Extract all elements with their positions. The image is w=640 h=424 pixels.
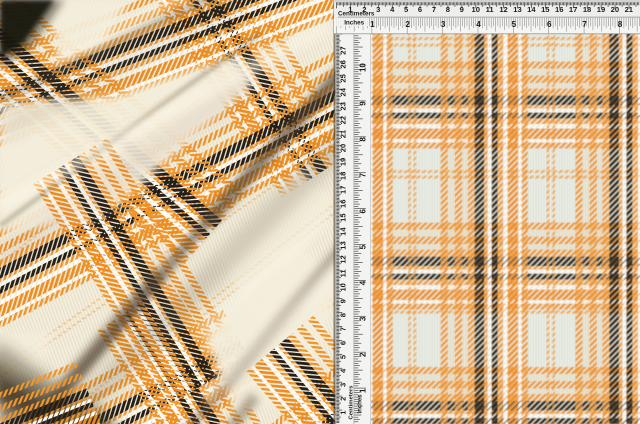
svg-text:13: 13 <box>339 241 348 249</box>
svg-text:16: 16 <box>555 5 563 14</box>
svg-text:10: 10 <box>471 5 479 14</box>
svg-text:21: 21 <box>625 5 634 14</box>
svg-text:4: 4 <box>358 280 367 285</box>
svg-text:1: 1 <box>358 388 367 393</box>
svg-text:2: 2 <box>406 20 411 29</box>
svg-text:17: 17 <box>569 5 577 14</box>
svg-text:14: 14 <box>527 5 536 14</box>
svg-text:24: 24 <box>339 87 348 96</box>
svg-text:17: 17 <box>339 186 348 194</box>
svg-text:18: 18 <box>583 5 591 14</box>
svg-text:3: 3 <box>358 316 367 321</box>
svg-text:2: 2 <box>339 397 348 401</box>
svg-text:26: 26 <box>339 60 348 68</box>
svg-text:8: 8 <box>446 5 450 14</box>
svg-text:19: 19 <box>339 158 348 166</box>
svg-text:15: 15 <box>541 5 550 14</box>
svg-text:Inches: Inches <box>344 20 364 27</box>
svg-text:7: 7 <box>582 20 587 29</box>
svg-text:20: 20 <box>339 144 348 152</box>
svg-text:7: 7 <box>432 5 436 14</box>
svg-text:4: 4 <box>476 20 481 29</box>
svg-text:8: 8 <box>358 137 367 142</box>
svg-text:2: 2 <box>358 352 367 357</box>
svg-text:Inches: Inches <box>357 394 363 414</box>
svg-text:27: 27 <box>339 46 348 54</box>
svg-text:6: 6 <box>358 208 367 213</box>
svg-text:19: 19 <box>597 5 605 14</box>
svg-text:12: 12 <box>339 255 348 263</box>
svg-text:8: 8 <box>618 20 623 29</box>
svg-text:7: 7 <box>339 327 348 331</box>
svg-text:6: 6 <box>339 341 348 345</box>
svg-text:25: 25 <box>339 73 348 82</box>
svg-text:9: 9 <box>358 101 367 106</box>
svg-text:21: 21 <box>339 129 348 138</box>
svg-text:3: 3 <box>376 5 380 14</box>
svg-text:11: 11 <box>486 5 495 14</box>
svg-text:11: 11 <box>339 269 348 278</box>
svg-text:22: 22 <box>339 116 348 124</box>
svg-text:10: 10 <box>339 283 348 291</box>
svg-text:7: 7 <box>358 173 367 178</box>
svg-text:16: 16 <box>339 199 348 207</box>
svg-text:Centimeters: Centimeters <box>348 385 354 420</box>
svg-text:23: 23 <box>339 102 348 110</box>
svg-text:12: 12 <box>499 5 507 14</box>
svg-text:13: 13 <box>513 5 521 14</box>
svg-text:3: 3 <box>441 20 446 29</box>
svg-text:1: 1 <box>370 20 375 29</box>
svg-text:9: 9 <box>339 299 348 303</box>
svg-text:3: 3 <box>339 383 348 387</box>
svg-text:8: 8 <box>339 313 348 317</box>
svg-text:6: 6 <box>547 20 552 29</box>
svg-text:6: 6 <box>418 5 422 14</box>
svg-text:20: 20 <box>611 5 619 14</box>
svg-text:18: 18 <box>339 172 348 180</box>
svg-text:5: 5 <box>512 20 517 29</box>
svg-text:10: 10 <box>358 63 367 72</box>
svg-text:15: 15 <box>339 213 348 222</box>
svg-text:14: 14 <box>339 227 348 236</box>
svg-text:Centimeters: Centimeters <box>338 10 375 17</box>
svg-text:5: 5 <box>358 244 367 249</box>
svg-text:9: 9 <box>460 5 464 14</box>
